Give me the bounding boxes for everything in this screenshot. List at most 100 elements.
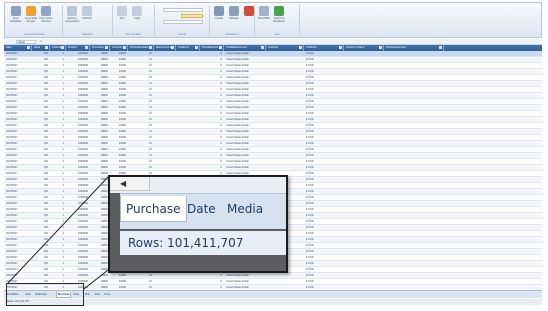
pivot-icon [259, 6, 269, 16]
ribbon-button-create[interactable]: Create [212, 6, 226, 26]
tab-pian[interactable]: Pian [84, 292, 91, 298]
filter-dropdown-icon[interactable] [45, 46, 48, 49]
status-bar: Rows: 101,411,707 [4, 299, 542, 305]
zoom-status: Rows: 101,411,707 [120, 231, 286, 255]
ribbon-button-existing-connections[interactable]: Existing Connections [65, 6, 79, 26]
ribbon-group-calculations: Create Manage Calculations [210, 5, 255, 36]
table-row[interactable]: 20070627192110059061882010466120United S… [4, 285, 542, 289]
format-dropdown[interactable] [181, 14, 203, 18]
filter-dropdown-icon[interactable] [339, 46, 342, 49]
ribbon: From Database From Data Service From Other… [4, 2, 542, 38]
filter-dropdown-icon[interactable] [379, 46, 382, 49]
ribbon-group-name: Get External Data [24, 33, 45, 36]
ribbon-button-from-other-sources[interactable]: From Other Sources [39, 6, 53, 26]
sheet-tabs: DimOffice Date Distributor Purchase Store Pia… [4, 290, 542, 298]
ribbon-button-from-database[interactable]: From Database [9, 6, 23, 26]
data-service-icon [26, 6, 36, 16]
zoom-tab-date[interactable]: Date [182, 196, 221, 222]
highlight-box [6, 283, 84, 306]
ribbon-button-label: From Data Service [24, 17, 38, 23]
ribbon-button-pivottable[interactable]: PivotTable [257, 6, 271, 26]
filter-dropdown-icon[interactable] [299, 46, 302, 49]
ribbon-button-label: Existing Connections [65, 17, 80, 23]
tab-cust[interactable]: Cust [94, 292, 101, 298]
ribbon-group-name: Calculations [225, 33, 239, 36]
ribbon-group-clipboard: Existing Connections Refresh Clipboard [63, 5, 113, 36]
column-header-label: TotalSalesAmount [226, 46, 247, 49]
ribbon-button-label: Manage [229, 17, 239, 20]
ribbon-button-from-data-service[interactable]: From Data Service [24, 6, 38, 26]
column-header-label: TotalCost [178, 46, 189, 49]
ribbon-button-measure-icon[interactable] [242, 6, 256, 26]
ribbon-group-format: Format [155, 5, 210, 36]
manage-icon [229, 6, 239, 16]
filter-dropdown-icon[interactable] [105, 46, 108, 49]
column-header-label: Date [6, 46, 12, 49]
ribbon-group-view: PivotTable Switch to Workbook View [255, 5, 300, 36]
cell-currency-name[interactable]: United States Dollar [224, 285, 284, 289]
ribbon-group-name: Format [178, 33, 186, 36]
ribbon-group-name: Sort and Filter [125, 33, 142, 36]
database-icon [11, 6, 21, 16]
column-header-label: Store [34, 46, 41, 49]
ribbon-button-label: Clear [133, 17, 141, 20]
other-sources-icon [41, 6, 51, 16]
filter-dropdown-icon[interactable] [439, 46, 442, 49]
ribbon-button-label: From Other Sources [39, 17, 53, 23]
column-header-label: Currency [112, 46, 123, 49]
zoom-scroll-left[interactable]: ◀ [110, 177, 150, 191]
cell-qty[interactable]: 12 [128, 285, 154, 289]
switch-icon [274, 6, 284, 16]
column-header-label: UnitPrice [306, 46, 317, 49]
filter-dropdown-icon[interactable] [85, 46, 88, 49]
ribbon-button-clear[interactable]: Clear [130, 6, 144, 26]
filter-dropdown-icon[interactable] [123, 46, 126, 49]
filter-dropdown-icon[interactable] [171, 46, 174, 49]
filter-dropdown-icon[interactable] [219, 46, 222, 49]
filter-dropdown-icon[interactable] [261, 46, 264, 49]
fx-label: fx [40, 40, 43, 43]
ribbon-button-manage[interactable]: Manage [227, 6, 241, 26]
column-header-label: Promotion [92, 46, 104, 49]
zoom-panel: ◀ Purchase Date Media Rows: 101,411,707 [108, 175, 288, 273]
ribbon-group-sort-and-filter: Sort Clear Sort and Filter [113, 5, 155, 36]
zoom-row-count: Rows: 101,411,707 [128, 236, 244, 250]
zoom-tab-purchase[interactable]: Purchase [120, 196, 187, 222]
scroll-left-arrow-icon[interactable]: ◀ [120, 179, 126, 188]
ribbon-button-label: Refresh [82, 17, 92, 20]
cell-promotion[interactable]: 18820 [90, 285, 110, 289]
format-dropdown[interactable] [163, 8, 203, 12]
filter-dropdown-icon[interactable] [195, 46, 198, 49]
format-dropdown[interactable] [163, 20, 203, 24]
refresh-icon [82, 6, 92, 16]
measure-icon [244, 6, 254, 16]
ribbon-button-switch-to-workbook[interactable]: Switch to Workbook [272, 6, 286, 26]
tab-price[interactable]: Price [104, 292, 112, 298]
ribbon-group-name: Clipboard [82, 33, 93, 36]
filter-dropdown-icon[interactable] [61, 46, 64, 49]
name-box[interactable]: [Date] [16, 40, 36, 44]
ribbon-button-sort[interactable]: Sort [115, 6, 129, 26]
cell-total[interactable]: $ USD [304, 285, 328, 289]
ribbon-group-get-external-data: From Database From Data Service From Other… [7, 5, 63, 36]
ribbon-button-label: Create [215, 17, 223, 20]
ribbon-button-label: From Database [10, 17, 22, 23]
filter-dropdown-icon[interactable] [27, 46, 30, 49]
cell-amount[interactable]: 0 [200, 285, 224, 289]
ribbon-button-refresh[interactable]: Refresh [80, 6, 94, 26]
connections-icon [67, 6, 77, 16]
zoom-tab-media[interactable]: Media [222, 196, 268, 222]
ribbon-group-name: View [274, 33, 280, 36]
column-header-label: PromotionSales [130, 46, 149, 49]
ribbon-button-label: PivotTable [258, 17, 270, 20]
create-icon [214, 6, 224, 16]
zoom-grid: ◀ [110, 177, 286, 193]
column-header-label: Currency Name [346, 46, 365, 49]
ribbon-button-label: Sort [119, 17, 125, 20]
zoom-tabs: Purchase Date Media [120, 193, 286, 229]
cell-currency[interactable]: 10466 [110, 285, 128, 289]
filter-dropdown-icon[interactable] [149, 46, 152, 49]
column-header-label: UnitCost [268, 46, 278, 49]
column-header-label: PurchaseAmount [386, 46, 406, 49]
ribbon-button-label: Switch to Workbook [273, 17, 285, 23]
